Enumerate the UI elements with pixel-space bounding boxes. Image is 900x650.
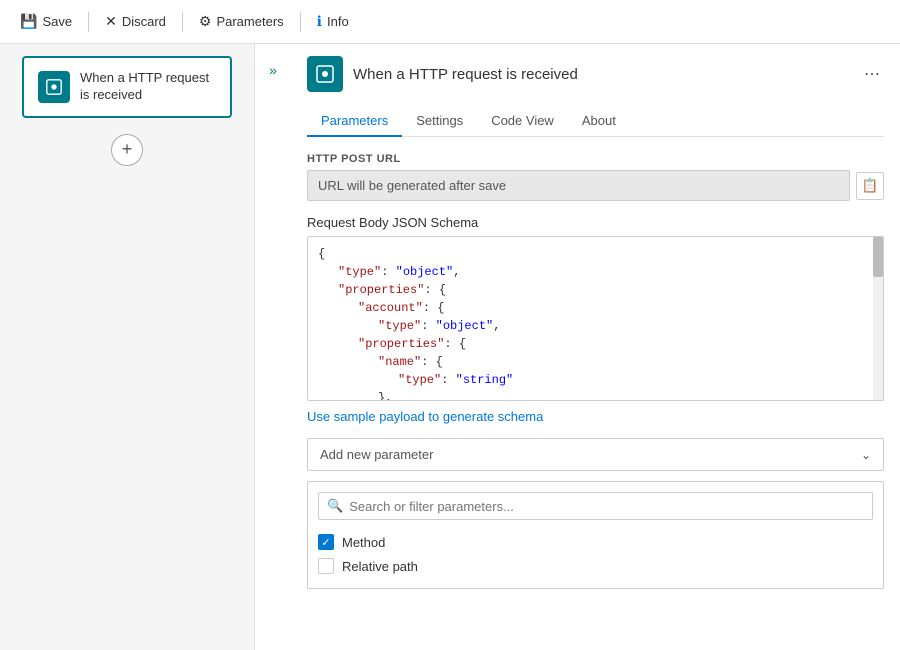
action-icon — [307, 56, 343, 92]
param-item-method: Method — [318, 530, 873, 554]
copy-icon: 📋 — [862, 178, 879, 194]
code-editor[interactable]: { "type": "object", "properties": { "acc… — [307, 236, 884, 401]
search-box[interactable]: 🔍 — [318, 492, 873, 520]
code-line: "type": "string" — [318, 371, 873, 389]
main-layout: When a HTTP request is received + » When… — [0, 44, 900, 650]
discard-button[interactable]: ✕ Discard — [97, 9, 174, 34]
info-button[interactable]: ℹ Info — [309, 9, 357, 34]
generate-schema-link[interactable]: Use sample payload to generate schema — [307, 409, 543, 424]
relative-path-label: Relative path — [342, 559, 418, 574]
add-param-dropdown[interactable]: Add new parameter ⌄ — [307, 438, 884, 471]
url-input: URL will be generated after save — [307, 170, 850, 201]
code-line: { — [318, 245, 873, 263]
expand-arrows[interactable]: » — [255, 44, 291, 650]
add-param-label: Add new parameter — [320, 447, 433, 462]
url-field: URL will be generated after save 📋 — [307, 170, 884, 201]
toolbar-separator — [88, 12, 89, 32]
toolbar-separator2 — [182, 12, 183, 32]
toolbar-separator3 — [300, 12, 301, 32]
code-line: "account": { — [318, 299, 873, 317]
http-post-url-label: HTTP POST URL — [307, 153, 884, 165]
code-line: }, — [318, 389, 873, 401]
tabs: Parameters Settings Code View About — [307, 106, 884, 137]
action-menu-button[interactable]: ⋯ — [860, 60, 884, 88]
method-label: Method — [342, 535, 385, 550]
parameters-button[interactable]: ⚙ Parameters — [191, 9, 292, 34]
info-icon: ℹ — [317, 13, 322, 30]
copy-url-button[interactable]: 📋 — [856, 172, 884, 200]
code-line: "type": "object", — [318, 263, 873, 281]
code-line: "name": { — [318, 353, 873, 371]
detail-panel: When a HTTP request is received ⋯ Parame… — [291, 44, 900, 650]
parameters-label: Parameters — [216, 14, 283, 29]
trigger-icon — [38, 71, 70, 103]
search-input[interactable] — [349, 499, 864, 514]
discard-label: Discard — [122, 14, 166, 29]
action-header: When a HTTP request is received ⋯ — [307, 56, 884, 92]
tab-codeview[interactable]: Code View — [477, 106, 568, 137]
save-button[interactable]: 💾 Save — [12, 9, 80, 34]
tab-about[interactable]: About — [568, 106, 630, 137]
code-line: "properties": { — [318, 335, 873, 353]
code-line: "type": "object", — [318, 317, 873, 335]
save-icon: 💾 — [20, 13, 37, 30]
add-step-button[interactable]: + — [111, 134, 143, 166]
discard-icon: ✕ — [105, 13, 117, 30]
param-panel: 🔍 Method Relative path — [307, 481, 884, 589]
tab-settings[interactable]: Settings — [402, 106, 477, 137]
method-checkbox[interactable] — [318, 534, 334, 550]
search-icon: 🔍 — [327, 498, 343, 514]
code-line: "properties": { — [318, 281, 873, 299]
tab-parameters[interactable]: Parameters — [307, 106, 402, 137]
trigger-label: When a HTTP request is received — [80, 70, 216, 104]
action-title: When a HTTP request is received — [353, 66, 850, 83]
save-label: Save — [42, 14, 72, 29]
expand-icon: » — [269, 62, 277, 78]
schema-label: Request Body JSON Schema — [307, 215, 884, 230]
chevron-down-icon: ⌄ — [861, 448, 871, 462]
schema-scrollbar[interactable] — [873, 237, 883, 400]
info-label: Info — [327, 14, 349, 29]
sidebar: When a HTTP request is received + — [0, 44, 255, 650]
toolbar: 💾 Save ✕ Discard ⚙ Parameters ℹ Info — [0, 0, 900, 44]
relative-path-checkbox[interactable] — [318, 558, 334, 574]
parameters-icon: ⚙ — [199, 13, 212, 30]
trigger-card[interactable]: When a HTTP request is received — [22, 56, 232, 118]
param-item-relative-path: Relative path — [318, 554, 873, 578]
schema-scrollthumb[interactable] — [873, 237, 883, 277]
